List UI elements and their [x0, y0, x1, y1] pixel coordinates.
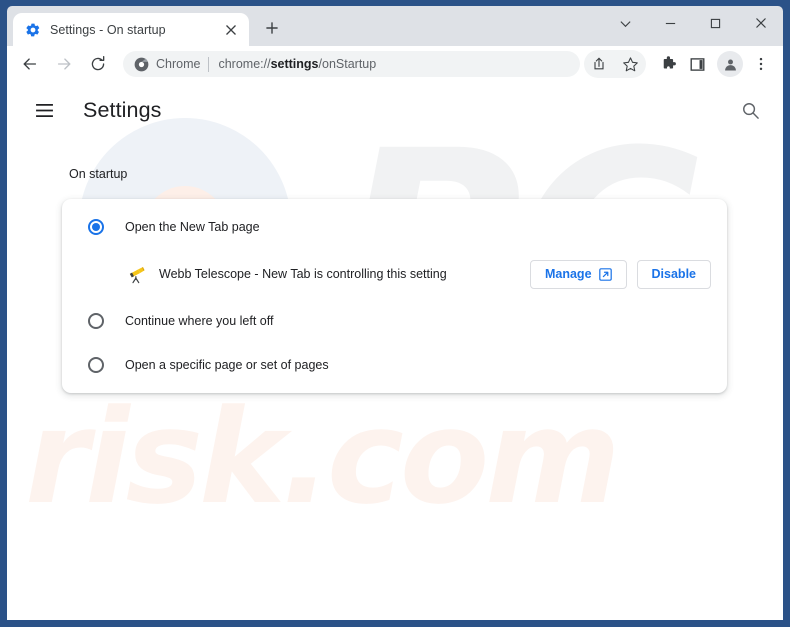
arrow-left-icon: [23, 58, 37, 70]
maximize-button[interactable]: [693, 6, 738, 40]
bookmark-star-button[interactable]: [614, 50, 646, 78]
radio-option-specific-pages[interactable]: Open a specific page or set of pages: [62, 343, 727, 387]
star-icon: [622, 56, 638, 71]
url-host: settings: [270, 57, 319, 71]
browser-window: Settings - On startup Chrome chrome://se…: [0, 0, 790, 627]
gear-icon: [26, 23, 40, 36]
reload-button[interactable]: [83, 49, 113, 79]
hamburger-menu-icon: [35, 103, 53, 117]
omnibox-url: chrome://settings/onStartup: [218, 57, 376, 71]
section-label-on-startup: On startup: [69, 167, 128, 181]
reload-icon: [91, 56, 105, 71]
tab-title: Settings - On startup: [50, 22, 166, 37]
url-path: /onStartup: [318, 57, 377, 71]
side-panel-icon: [690, 57, 704, 71]
radio-button-unselected-icon[interactable]: [88, 357, 104, 373]
radio-option-label: Continue where you left off: [125, 314, 274, 328]
radio-button-unselected-icon[interactable]: [88, 313, 104, 329]
minimize-button[interactable]: [648, 6, 693, 40]
extension-controlling-notice: Webb Telescope - New Tab is controlling …: [62, 249, 727, 299]
tab-search-button[interactable]: [603, 6, 648, 40]
browser-menu-button[interactable]: [747, 50, 775, 78]
back-button[interactable]: [15, 49, 45, 79]
avatar-icon: [724, 58, 736, 70]
puzzle-icon: [663, 55, 676, 68]
manage-button-label: Manage: [544, 267, 592, 281]
three-dot-menu-icon: [759, 57, 763, 71]
maximize-icon: [710, 18, 721, 28]
profile-avatar-button[interactable]: [717, 51, 743, 77]
close-button[interactable]: [738, 6, 783, 40]
omnibox-divider: [208, 56, 210, 72]
radio-button-selected-icon[interactable]: [88, 219, 104, 235]
extension-notice-text: Webb Telescope - New Tab is controlling …: [159, 267, 447, 281]
share-icon: [594, 57, 604, 70]
watermark-secondary: risk.com: [25, 381, 621, 533]
radio-option-continue-where-left-off[interactable]: Continue where you left off: [62, 299, 727, 343]
close-icon[interactable]: [221, 20, 241, 40]
share-button[interactable]: [584, 50, 614, 78]
disable-button[interactable]: Disable: [636, 259, 711, 289]
side-panel-button[interactable]: [683, 50, 711, 78]
close-icon: [755, 18, 766, 28]
tab-strip: Settings - On startup: [7, 6, 783, 46]
open-in-new-icon: [598, 267, 612, 281]
address-bar[interactable]: Chrome chrome://settings/onStartup: [123, 51, 580, 77]
telescope-icon: [126, 264, 146, 284]
arrow-right-icon: [57, 58, 71, 70]
settings-search-button[interactable]: [735, 95, 765, 125]
on-startup-card: Open the New Tab page Webb Telescope - N…: [62, 199, 727, 393]
page-title: Settings: [83, 97, 162, 122]
plus-icon: [266, 22, 278, 34]
window-controls: [603, 6, 783, 40]
omnibox-brand-label: Chrome: [156, 57, 201, 71]
browser-tab-settings[interactable]: Settings - On startup: [13, 13, 249, 46]
chrome-logo-icon: [134, 57, 149, 71]
disable-button-label: Disable: [651, 267, 696, 281]
new-tab-button[interactable]: [259, 15, 285, 41]
radio-option-label: Open a specific page or set of pages: [125, 358, 329, 372]
manage-button[interactable]: Manage: [529, 259, 627, 289]
settings-header: Settings: [7, 82, 783, 138]
settings-page: PC risk.com Settings On startup Open th: [7, 82, 783, 620]
extensions-button[interactable]: [654, 50, 682, 78]
chevron-down-icon: [620, 20, 631, 27]
main-menu-button[interactable]: [29, 95, 59, 125]
radio-option-label: Open the New Tab page: [125, 220, 260, 234]
browser-toolbar: Chrome chrome://settings/onStartup: [7, 46, 783, 82]
url-prefix: chrome://: [218, 57, 271, 71]
minimize-icon: [665, 22, 676, 24]
radio-option-new-tab-page[interactable]: Open the New Tab page: [62, 205, 727, 249]
extension-notice-actions: Manage Disable: [529, 259, 711, 289]
search-icon: [742, 102, 759, 119]
forward-button[interactable]: [49, 49, 79, 79]
